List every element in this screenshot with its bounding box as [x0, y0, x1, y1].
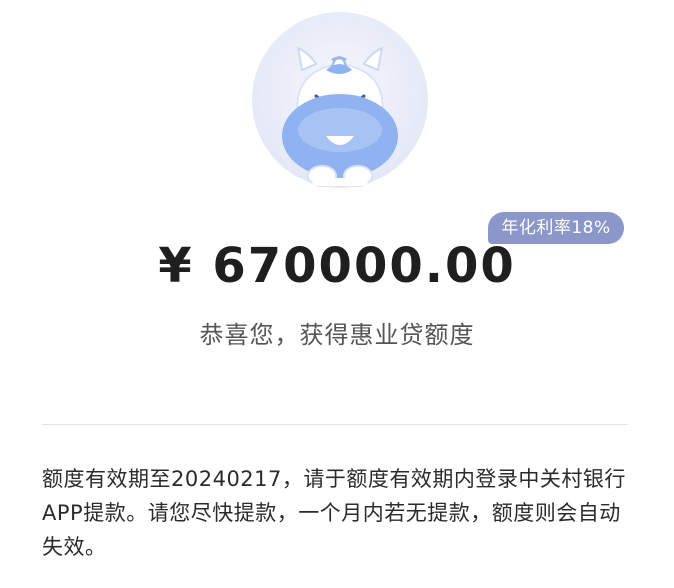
loan-offer-screen: 年化利率18% ¥ 670000.00 恭喜您，获得惠业贷额度 额度有效期至20… — [0, 0, 674, 588]
credit-amount: ¥ 670000.00 — [158, 238, 516, 294]
divider — [42, 424, 628, 425]
congrats-message: 恭喜您，获得惠业贷额度 — [199, 321, 475, 349]
unicorn-mascot-icon — [240, 8, 440, 208]
validity-notice: 额度有效期至20240217，请于额度有效期内登录中关村银行APP提款。请您尽快… — [42, 467, 626, 559]
